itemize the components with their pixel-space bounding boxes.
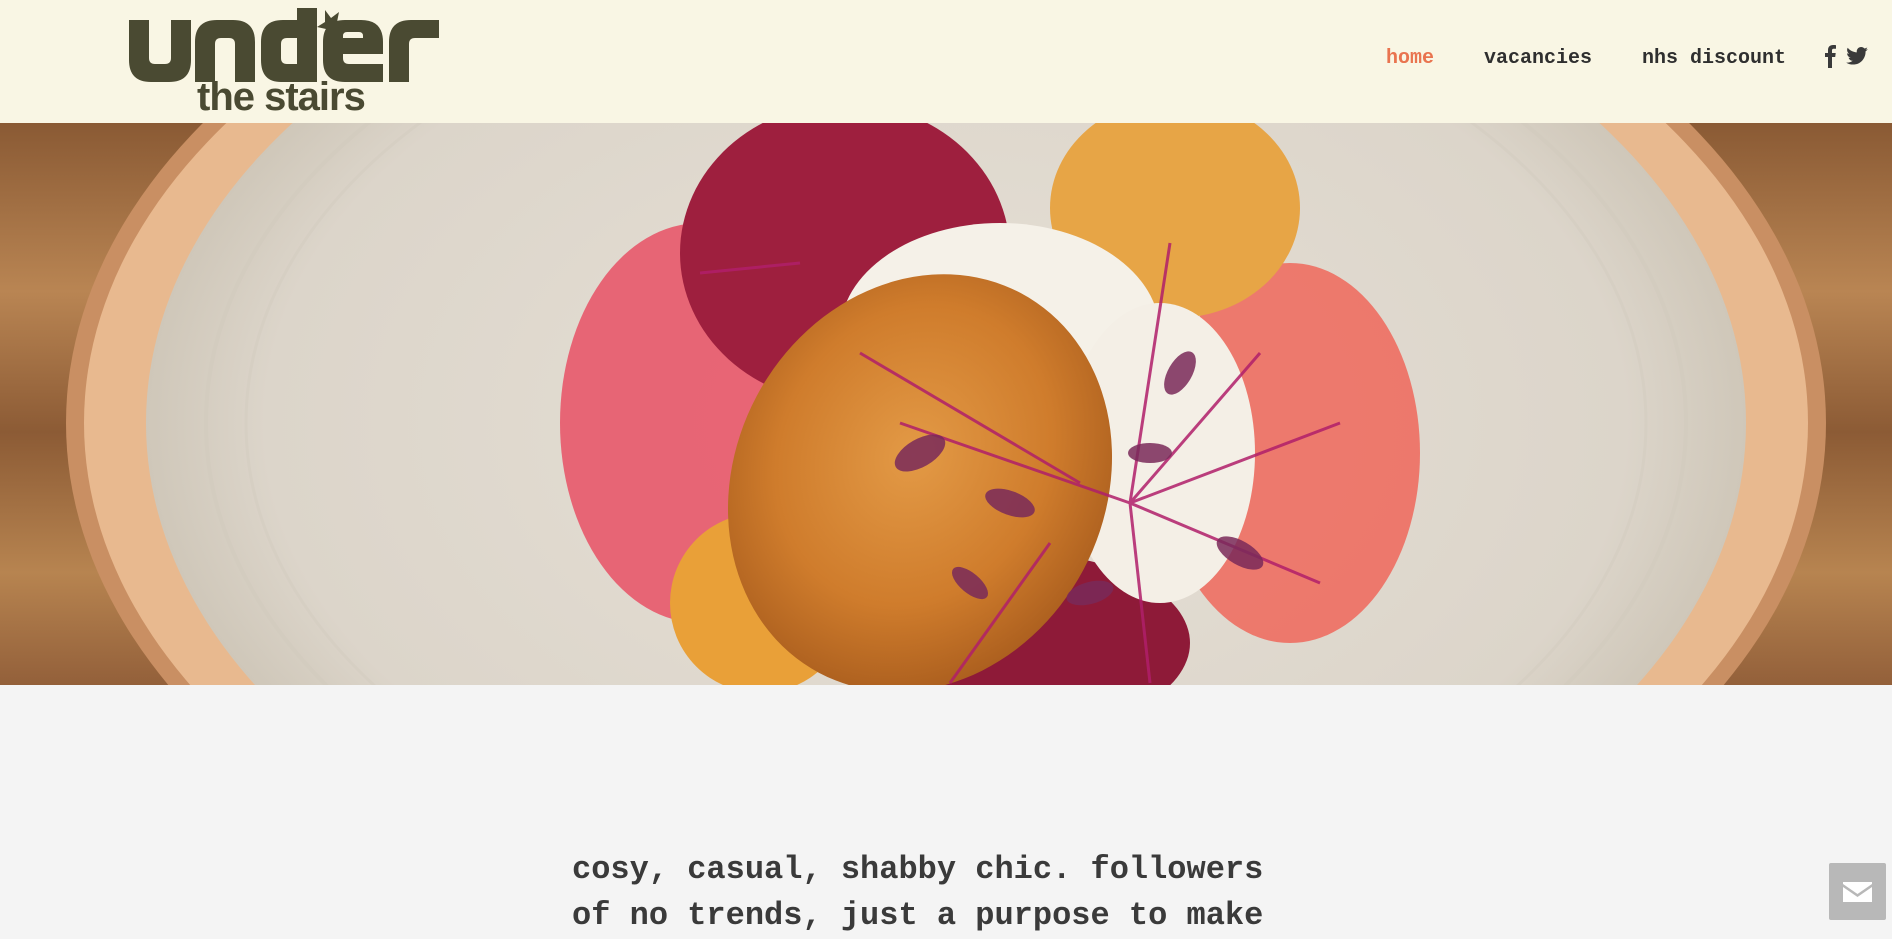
nav-nhs-discount[interactable]: nhs discount: [1642, 44, 1786, 74]
intro-text: cosy, casual, shabby chic. followers of …: [572, 851, 1264, 934]
nav-home[interactable]: home: [1386, 44, 1434, 74]
facebook-icon[interactable]: [1824, 44, 1836, 68]
twitter-icon[interactable]: [1846, 44, 1868, 68]
hero-image: [0, 123, 1892, 685]
nav-vacancies[interactable]: vacancies: [1484, 44, 1592, 74]
contact-button[interactable]: [1829, 863, 1886, 920]
logo-subtitle: the stairs: [197, 75, 365, 114]
main-nav: home vacancies nhs discount: [0, 44, 1892, 74]
site-header: the stairs home vacancies nhs discount: [0, 0, 1892, 123]
envelope-icon: [1843, 882, 1872, 902]
